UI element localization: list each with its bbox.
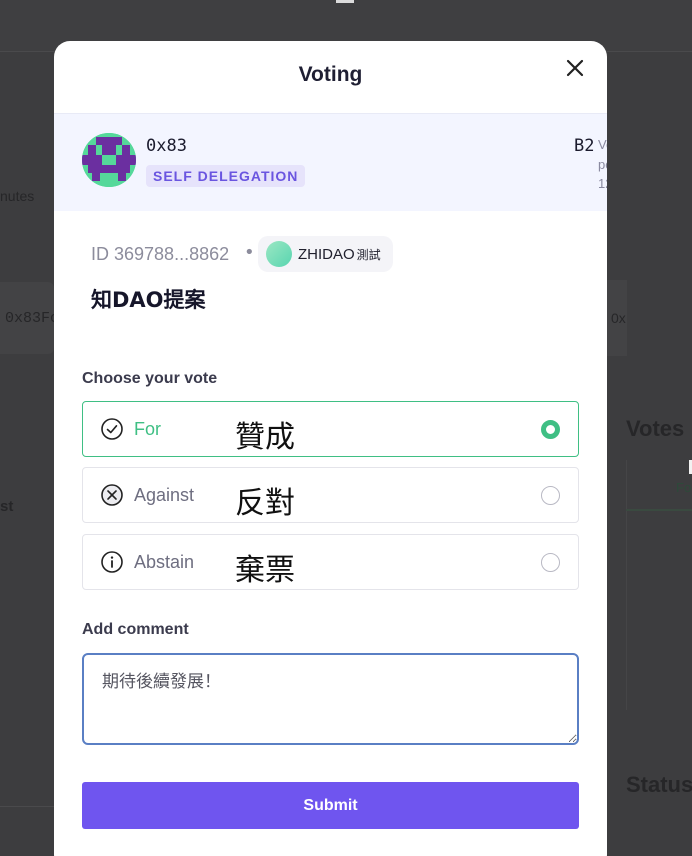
voting-modal: Voting 0x83 B2 SELF DELEGATION Votin [54,41,607,856]
background-votes-tab: Fo [676,480,692,495]
background-divider [0,806,54,807]
submit-button[interactable]: Submit [82,782,579,829]
space-name: ZHIDAO [298,245,355,263]
voter-address-suffix: B2 [574,136,595,156]
info-circle-icon [101,551,123,573]
radio-icon[interactable] [541,553,560,572]
space-chip[interactable]: ZHIDAO 測試 [258,236,393,272]
vote-option-cjk-label: 贊成 [235,420,295,455]
close-icon [566,59,584,77]
x-circle-icon [101,484,123,506]
background-votes-panel [626,460,692,710]
avatar [82,133,136,187]
background-votes-heading: Votes [626,416,685,441]
background-left-address: 0x83Fc [5,310,60,327]
space-name-suffix: 測試 [356,247,381,262]
background-minutes-text: nutes [0,188,35,204]
modal-title: Voting [298,63,363,86]
vote-option-cjk-label: 棄票 [235,553,295,588]
voter-address: 0x83 [146,136,187,156]
close-button[interactable] [564,57,586,79]
background-right-address: 0x [611,310,626,326]
add-comment-label: Add comment [82,621,189,638]
vote-option-abstain[interactable]: Abstain 棄票 [82,534,579,590]
background-tab-underline [626,509,692,511]
choose-vote-label: Choose your vote [82,370,218,387]
voting-power-value: 12 [598,176,607,191]
radio-icon[interactable] [541,486,560,505]
vote-option-against[interactable]: Against 反對 [82,467,579,523]
vote-option-label: Against [134,485,195,505]
background-status-heading: Status [626,772,692,797]
radio-selected-icon[interactable] [541,420,560,439]
self-delegation-badge: SELF DELEGATION [146,165,306,187]
proposal-title: 知DAO提案 [91,288,206,312]
proposal-id: ID 369788...8862 [91,244,230,264]
vote-option-for[interactable]: For 贊成 [82,401,579,457]
voting-power-label: Voting power: [598,137,607,172]
background-left-label: st [0,498,14,515]
vote-option-cjk-label: 反對 [235,486,295,521]
background-top-marker [336,0,354,3]
vote-option-label: Abstain [134,552,195,572]
voter-info: 0x83 B2 SELF DELEGATION Voting power: 12 [54,113,607,211]
vote-option-label: For [134,419,161,439]
comment-input[interactable]: 期待後續發展！ [82,653,579,745]
space-logo-icon [266,241,292,267]
check-circle-icon [101,418,123,440]
pixel-avatar-icon [82,133,136,187]
separator-dot: • [244,242,255,263]
